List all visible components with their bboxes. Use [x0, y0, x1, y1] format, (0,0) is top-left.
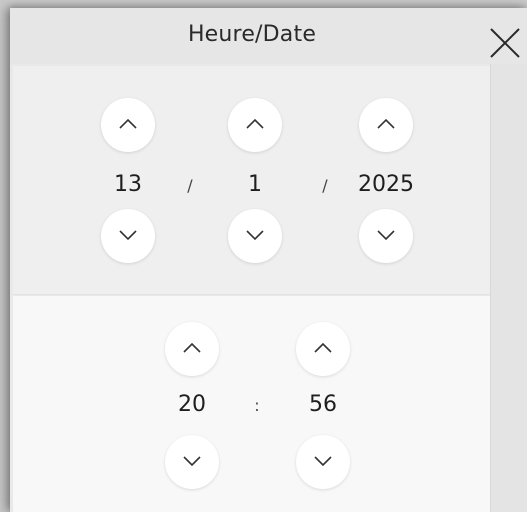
- dialog-title: Heure/Date: [187, 22, 317, 47]
- dialog-header: Heure/Date: [10, 8, 527, 64]
- day-increment-button[interactable]: [101, 98, 155, 152]
- time-separator: :: [254, 396, 260, 415]
- close-icon: [490, 28, 520, 58]
- year-decrement-button[interactable]: [359, 209, 413, 263]
- chevron-up-icon: [246, 118, 264, 129]
- year-increment-button[interactable]: [359, 98, 413, 152]
- close-button[interactable]: [488, 26, 522, 60]
- time-panel: 20 : 56: [13, 296, 490, 512]
- hour-decrement-button[interactable]: [165, 435, 219, 489]
- chevron-down-icon: [377, 230, 395, 241]
- year-value: 2025: [358, 172, 414, 197]
- chevron-up-icon: [314, 342, 332, 353]
- right-strip: [490, 64, 527, 512]
- minute-decrement-button[interactable]: [296, 435, 350, 489]
- minute-increment-button[interactable]: [296, 322, 350, 376]
- day-decrement-button[interactable]: [101, 209, 155, 263]
- chevron-down-icon: [314, 456, 332, 467]
- hour-value: 20: [178, 392, 206, 417]
- day-value: 13: [114, 172, 142, 197]
- chevron-up-icon: [377, 118, 395, 129]
- date-separator: /: [322, 176, 328, 195]
- minute-value: 56: [309, 392, 337, 417]
- chevron-up-icon: [119, 118, 137, 129]
- month-decrement-button[interactable]: [228, 209, 282, 263]
- chevron-down-icon: [119, 230, 137, 241]
- month-value: 1: [248, 172, 262, 197]
- chevron-up-icon: [183, 342, 201, 353]
- datetime-dialog: Heure/Date 13 / 1 / 2025 20: 56: [10, 8, 527, 512]
- month-increment-button[interactable]: [228, 98, 282, 152]
- chevron-down-icon: [246, 230, 264, 241]
- chevron-down-icon: [183, 456, 201, 467]
- date-panel: 13 / 1 / 2025: [13, 66, 490, 295]
- hour-increment-button[interactable]: [165, 322, 219, 376]
- date-separator: /: [187, 176, 193, 195]
